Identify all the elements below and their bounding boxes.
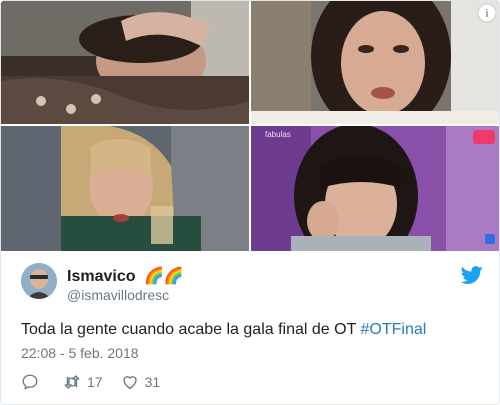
hashtag-link[interactable]: #OTFinal bbox=[361, 321, 427, 338]
retweet-icon bbox=[64, 375, 80, 389]
tweet-card: i fabulas Ismavico 🌈🌈 @ismavillodresc To… bbox=[0, 0, 500, 405]
media-photo-3[interactable] bbox=[1, 126, 249, 251]
display-name[interactable]: Ismavico 🌈🌈 bbox=[67, 266, 184, 286]
media-photo-1[interactable] bbox=[1, 1, 249, 124]
rainbow-emoji: 🌈🌈 bbox=[143, 268, 184, 285]
media-photo-4[interactable]: fabulas bbox=[251, 126, 499, 251]
tweet-actions: 17 31 bbox=[21, 371, 178, 393]
user-handle[interactable]: @ismavillodresc bbox=[67, 287, 169, 303]
svg-text:i: i bbox=[486, 8, 488, 20]
retweet-count: 17 bbox=[87, 374, 103, 390]
like-button[interactable]: 31 bbox=[121, 373, 161, 391]
tweet-text-body: Toda la gente cuando acabe la gala final… bbox=[21, 321, 361, 338]
reply-icon bbox=[22, 374, 38, 390]
media-grid: i fabulas bbox=[1, 1, 499, 251]
display-name-text: Ismavico bbox=[67, 268, 136, 285]
heart-icon bbox=[122, 376, 137, 390]
twitter-bird-icon[interactable] bbox=[460, 266, 483, 286]
tweet-text: Toda la gente cuando acabe la gala final… bbox=[21, 321, 426, 339]
retweet-button[interactable]: 17 bbox=[63, 373, 103, 391]
like-count: 31 bbox=[144, 374, 161, 390]
media-photo-2[interactable]: i bbox=[251, 1, 499, 124]
tweet-timestamp[interactable]: 22:08 - 5 feb. 2018 bbox=[21, 345, 139, 361]
reply-button[interactable] bbox=[21, 373, 45, 391]
avatar[interactable] bbox=[21, 263, 57, 299]
tweet-header: Ismavico 🌈🌈 @ismavillodresc bbox=[21, 263, 483, 303]
overlay-text: fabulas bbox=[265, 130, 291, 139]
